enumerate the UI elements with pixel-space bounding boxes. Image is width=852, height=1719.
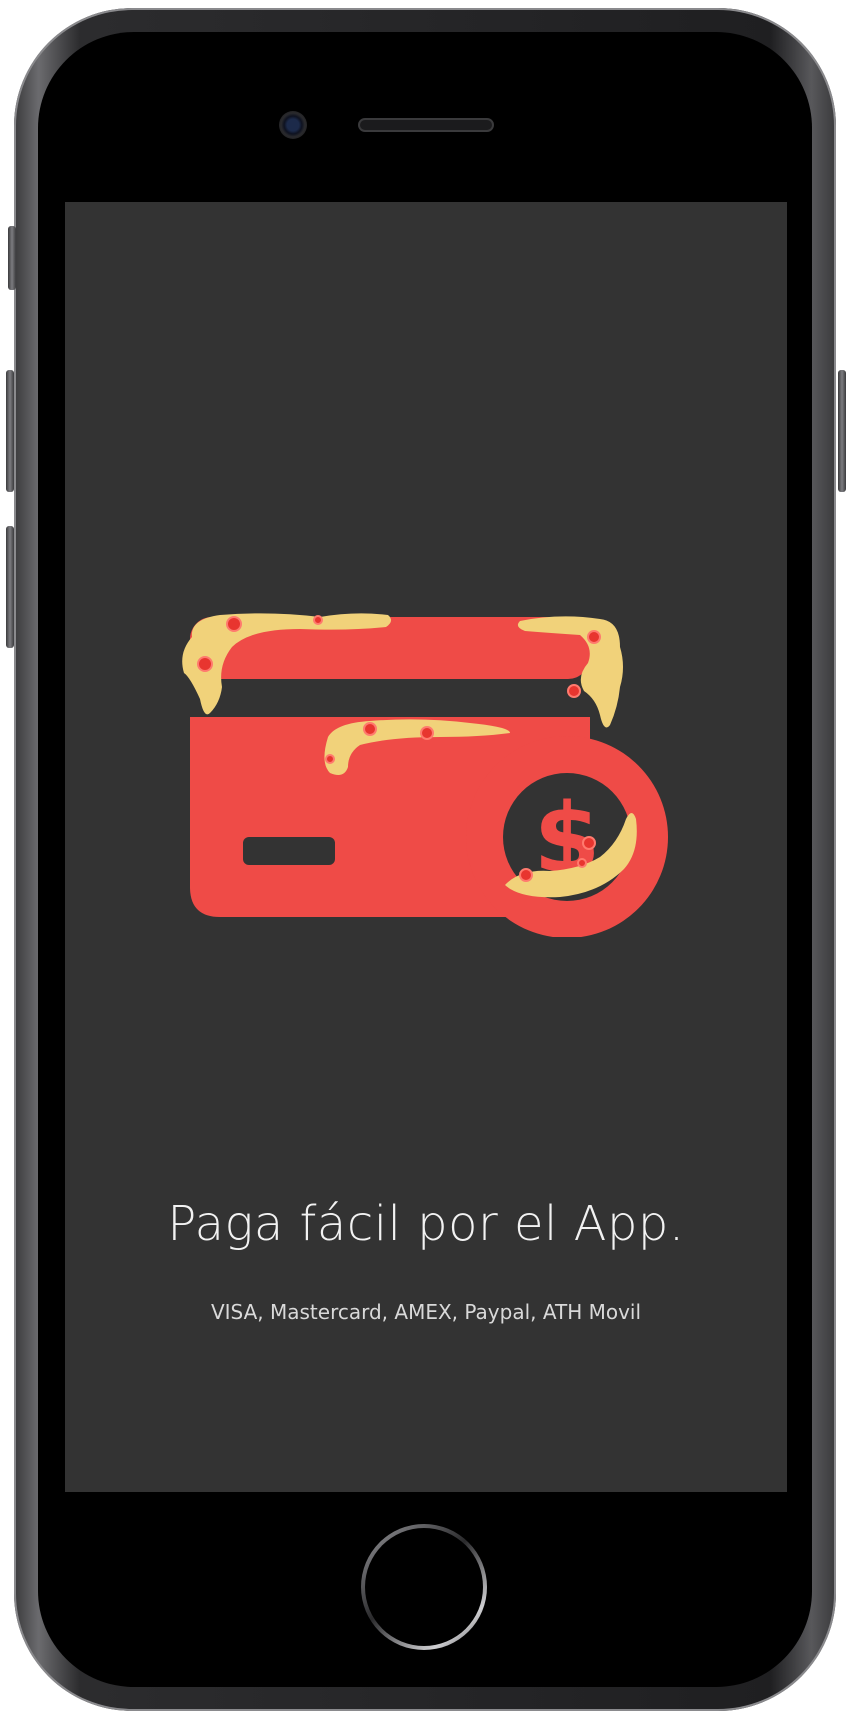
pepperoni-4 bbox=[587, 630, 601, 644]
power-button bbox=[838, 370, 846, 492]
pepperoni-2 bbox=[197, 656, 213, 672]
payment-methods-text: VISA, Mastercard, AMEX, Paypal, ATH Movi… bbox=[210, 1300, 642, 1324]
volume-up-button bbox=[6, 370, 14, 492]
pepperoni-8 bbox=[325, 754, 335, 764]
credit-card-pizza-icon: $ bbox=[182, 613, 668, 937]
pepperoni-11 bbox=[577, 858, 587, 868]
pepperoni-9 bbox=[519, 868, 533, 882]
volume-down-button bbox=[6, 526, 14, 648]
mute-switch bbox=[8, 226, 16, 290]
home-button[interactable] bbox=[361, 1524, 487, 1650]
card-magnetic-stripe bbox=[190, 679, 590, 717]
app-screen: $ Paga fácil por el App. VISA, Mastercar… bbox=[65, 202, 787, 1492]
pepperoni-7 bbox=[420, 726, 434, 740]
front-camera-icon bbox=[279, 111, 307, 139]
card-chip-slot bbox=[243, 837, 335, 865]
earpiece-speaker bbox=[358, 118, 494, 132]
pepperoni-5 bbox=[567, 684, 581, 698]
pepperoni-3 bbox=[313, 615, 323, 625]
pepperoni-6 bbox=[363, 722, 377, 736]
page-title: Paga fácil por el App. bbox=[167, 1196, 685, 1252]
pepperoni-1 bbox=[226, 616, 242, 632]
pepperoni-10 bbox=[582, 836, 596, 850]
